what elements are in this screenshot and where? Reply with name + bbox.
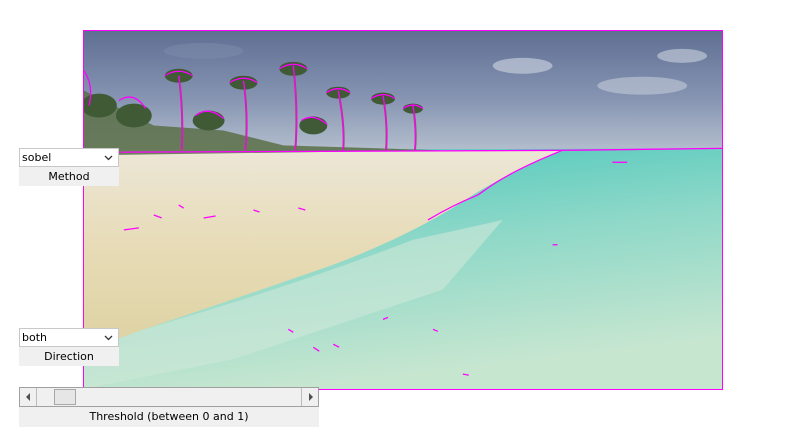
direction-caption: Direction	[44, 350, 94, 363]
chevron-down-icon	[102, 152, 114, 164]
threshold-slider[interactable]	[19, 387, 319, 407]
method-control-panel: sobel Method	[19, 148, 119, 186]
direction-select-value: both	[22, 331, 47, 344]
beach-photo-with-edges	[84, 31, 722, 389]
slider-left-arrow-icon[interactable]	[20, 388, 37, 406]
direction-control-panel: both Direction	[19, 328, 119, 366]
slider-thumb[interactable]	[54, 389, 76, 405]
chevron-down-icon	[102, 332, 114, 344]
threshold-caption: Threshold (between 0 and 1)	[89, 410, 249, 423]
edge-image-display	[83, 30, 723, 390]
method-select-value: sobel	[22, 151, 52, 164]
method-caption: Method	[48, 170, 90, 183]
method-select[interactable]: sobel	[19, 148, 119, 167]
direction-select[interactable]: both	[19, 328, 119, 347]
slider-right-arrow-icon[interactable]	[301, 388, 318, 406]
threshold-control-panel: Threshold (between 0 and 1)	[19, 387, 319, 427]
slider-track[interactable]	[37, 388, 302, 406]
